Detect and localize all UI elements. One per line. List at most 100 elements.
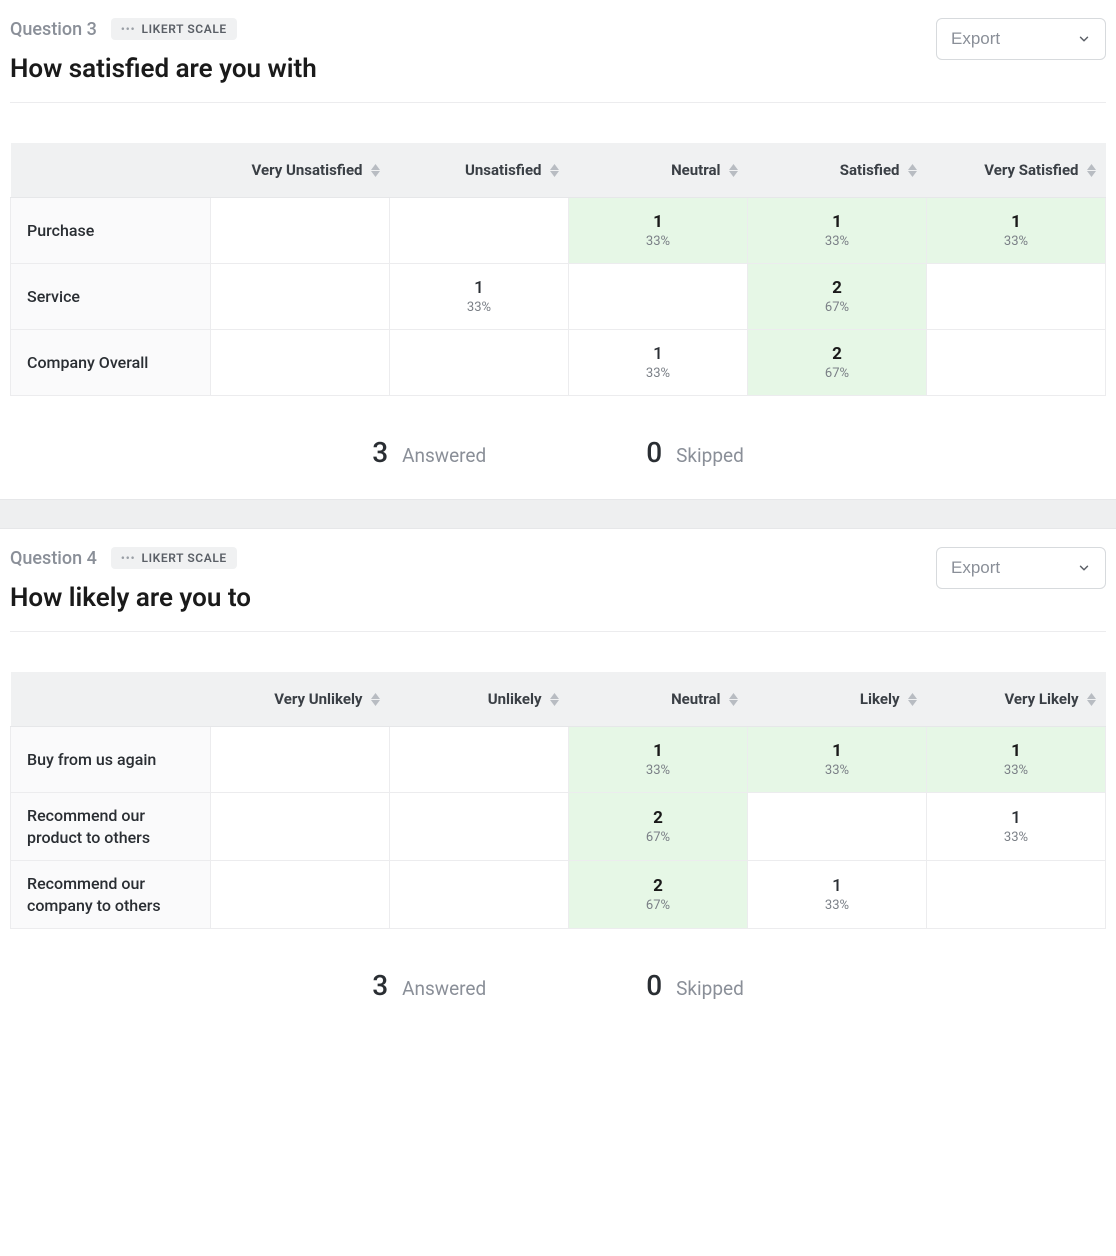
column-header-label: Neutral [671, 690, 720, 708]
empty-cell [211, 793, 390, 861]
cell-percent: 33% [758, 234, 916, 249]
column-header-label: Unlikely [488, 690, 542, 708]
sort-icon[interactable] [908, 693, 917, 706]
question-block: Question 3 ••• LIKERT SCALE How satisfied a… [0, 0, 1116, 499]
cell-count: 1 [579, 741, 737, 761]
data-cell: 133% [927, 198, 1106, 264]
answered-label: Answered [402, 444, 486, 467]
sort-icon[interactable] [1087, 164, 1096, 177]
column-header[interactable]: Very Unsatisfied [211, 143, 390, 198]
empty-cell [390, 198, 569, 264]
data-cell: 133% [927, 793, 1106, 861]
sort-icon[interactable] [729, 164, 738, 177]
answered-stat: 3 Answered [372, 436, 486, 469]
cell-count: 1 [937, 212, 1095, 232]
skipped-count: 0 [646, 436, 662, 469]
likert-table: Very Unlikely Unlikely Neutral Likely Very L… [10, 672, 1106, 929]
empty-cell [748, 793, 927, 861]
empty-cell [211, 198, 390, 264]
cell-percent: 67% [579, 830, 737, 845]
question-type-badge: ••• LIKERT SCALE [111, 547, 237, 569]
cell-count: 1 [579, 212, 737, 232]
cell-percent: 33% [579, 763, 737, 778]
row-header: Recommend our company to others [11, 861, 211, 929]
skipped-label: Skipped [676, 977, 744, 1000]
column-header-label: Satisfied [840, 161, 900, 179]
empty-cell [211, 861, 390, 929]
question-type-label: LIKERT SCALE [142, 551, 227, 565]
empty-cell [390, 727, 569, 793]
sort-icon[interactable] [371, 693, 380, 706]
divider [10, 102, 1106, 103]
data-cell: 133% [569, 198, 748, 264]
column-header-label: Very Unlikely [274, 690, 362, 708]
question-header: Question 3 ••• LIKERT SCALE How satisfied a… [10, 18, 1106, 102]
skipped-stat: 0 Skipped [646, 969, 744, 1002]
empty-cell [927, 264, 1106, 330]
column-header[interactable]: Very Unlikely [211, 672, 390, 727]
column-header[interactable]: Unsatisfied [390, 143, 569, 198]
row-header: Purchase [11, 198, 211, 264]
column-header[interactable]: Neutral [569, 143, 748, 198]
cell-percent: 33% [579, 234, 737, 249]
empty-cell [390, 793, 569, 861]
dots-icon: ••• [121, 552, 136, 565]
sort-icon[interactable] [1087, 693, 1096, 706]
data-cell: 133% [748, 727, 927, 793]
empty-cell [927, 861, 1106, 929]
table-row: Recommend our company to others 267%133% [11, 861, 1106, 929]
export-button[interactable]: Export [936, 547, 1106, 589]
sort-icon[interactable] [908, 164, 917, 177]
cell-count: 1 [400, 278, 558, 298]
data-cell: 267% [748, 330, 927, 396]
data-cell: 133% [390, 264, 569, 330]
column-header[interactable]: Unlikely [390, 672, 569, 727]
column-header-label: Very Likely [1004, 690, 1078, 708]
empty-cell [211, 727, 390, 793]
answered-count: 3 [372, 436, 388, 469]
question-number: Question 4 [10, 548, 97, 569]
column-header[interactable]: Neutral [569, 672, 748, 727]
skipped-count: 0 [646, 969, 662, 1002]
column-header-label: Very Satisfied [984, 161, 1078, 179]
question-title: How likely are you to [10, 583, 251, 613]
empty-cell [927, 330, 1106, 396]
dots-icon: ••• [121, 23, 136, 36]
data-cell: 133% [927, 727, 1106, 793]
sort-icon[interactable] [550, 164, 559, 177]
column-header-label: Neutral [671, 161, 720, 179]
cell-percent: 33% [937, 234, 1095, 249]
question-type-label: LIKERT SCALE [142, 22, 227, 36]
question-number: Question 3 [10, 19, 97, 40]
cell-count: 2 [579, 808, 737, 828]
column-header-label: Unsatisfied [465, 161, 541, 179]
cell-percent: 33% [758, 763, 916, 778]
column-header-empty [11, 672, 211, 727]
export-label: Export [951, 558, 1000, 578]
divider [10, 631, 1106, 632]
data-cell: 133% [748, 198, 927, 264]
column-header[interactable]: Very Likely [927, 672, 1106, 727]
data-cell: 267% [569, 861, 748, 929]
column-header[interactable]: Satisfied [748, 143, 927, 198]
empty-cell [211, 330, 390, 396]
column-header[interactable]: Very Satisfied [927, 143, 1106, 198]
data-cell: 267% [569, 793, 748, 861]
cell-percent: 67% [579, 898, 737, 913]
column-header[interactable]: Likely [748, 672, 927, 727]
export-button[interactable]: Export [936, 18, 1106, 60]
row-header: Service [11, 264, 211, 330]
sort-icon[interactable] [550, 693, 559, 706]
data-cell: 133% [748, 861, 927, 929]
sort-icon[interactable] [729, 693, 738, 706]
cell-percent: 33% [758, 898, 916, 913]
table-row: Buy from us again133%133%133% [11, 727, 1106, 793]
chevron-down-icon [1077, 561, 1091, 575]
sort-icon[interactable] [371, 164, 380, 177]
table-row: Service133%267% [11, 264, 1106, 330]
cell-count: 1 [758, 212, 916, 232]
stats-row: 3Answered0Skipped [10, 969, 1106, 1002]
question-title: How satisfied are you with [10, 54, 317, 84]
cell-percent: 67% [758, 300, 916, 315]
cell-count: 1 [937, 741, 1095, 761]
